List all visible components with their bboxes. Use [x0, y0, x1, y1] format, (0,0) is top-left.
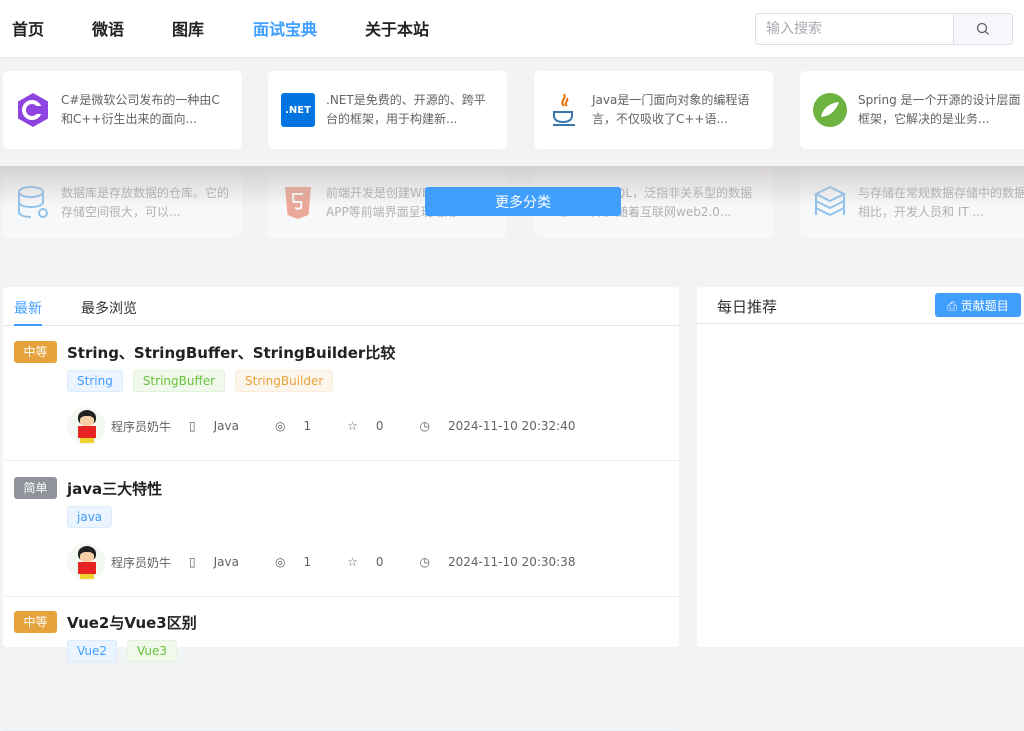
contribute-icon: ⎙: [947, 298, 961, 313]
eye-icon: ◎: [274, 555, 286, 569]
daily-recommend-title: 每日推荐: [717, 298, 778, 316]
contribute-button[interactable]: ⎙ 贡献题目: [935, 293, 1021, 317]
tabs: 最新 最多浏览: [3, 287, 679, 326]
nav-interview[interactable]: 面试宝典: [253, 16, 317, 40]
csharp-icon: [15, 92, 51, 128]
category-label: ▯ Java: [189, 419, 239, 433]
tab-latest[interactable]: 最新: [14, 298, 42, 326]
question-item[interactable]: 简单 java三大特性 java 程序员奶牛 ▯ Java ◎ 1 ☆ 0 ◷ 2024…: [3, 463, 679, 597]
storage-icon: [812, 185, 848, 221]
nav-gallery[interactable]: 图库: [172, 16, 204, 40]
question-title[interactable]: java三大特性: [67, 478, 162, 499]
book-icon: ▯: [189, 555, 196, 569]
question-list-panel: 最新 最多浏览 中等 String、StringBuffer、StringBui…: [3, 287, 679, 731]
avatar: [67, 543, 105, 581]
search-button[interactable]: [953, 14, 1012, 44]
dotnet-icon: .NET: [280, 92, 316, 128]
eye-icon: ◎: [274, 419, 286, 433]
more-categories-button[interactable]: 更多分类: [425, 187, 621, 216]
question-item[interactable]: 中等 Vue2与Vue3区别 Vue2 Vue3: [3, 597, 679, 731]
publish-time: ◷ 2024-11-10 20:32:40: [419, 419, 576, 433]
stars-count: ☆ 0: [347, 555, 384, 569]
category-label: ▯ Java: [189, 555, 239, 569]
nav-home[interactable]: 首页: [12, 16, 44, 40]
category-card-csharp[interactable]: C#是微软公司发布的一种由C和C++衍生出来的面向...: [3, 71, 242, 149]
question-tag[interactable]: Vue3: [127, 640, 178, 662]
author-name[interactable]: 程序员奶牛: [111, 418, 171, 435]
star-icon: ☆: [347, 555, 358, 569]
search-icon: [976, 22, 989, 35]
nav-weiyu[interactable]: 微语: [92, 16, 124, 40]
question-tag[interactable]: StringBuffer: [132, 370, 226, 392]
clock-icon: ◷: [419, 419, 430, 433]
spring-icon: [812, 92, 848, 128]
difficulty-badge: 简单: [14, 477, 57, 499]
star-icon: ☆: [347, 419, 358, 433]
difficulty-badge: 中等: [14, 611, 57, 633]
category-card-database[interactable]: 数据库是存放数据的仓库。它的存储空间很大，可以...: [3, 168, 242, 238]
clock-icon: ◷: [419, 555, 430, 569]
difficulty-badge: 中等: [14, 341, 57, 363]
stars-count: ☆ 0: [347, 419, 384, 433]
nav-about[interactable]: 关于本站: [365, 16, 429, 40]
category-card-storage[interactable]: 与存储在常规数据存储中的数据相比，开发人员和 IT ...: [800, 168, 1024, 238]
daily-recommend-panel: 每日推荐 ⎙ 贡献题目: [697, 287, 1024, 647]
search-box: [755, 13, 1013, 45]
question-tag[interactable]: String: [67, 370, 123, 392]
views-count: ◎ 1: [274, 555, 312, 569]
question-tag[interactable]: java: [67, 506, 113, 528]
publish-time: ◷ 2024-11-10 20:30:38: [419, 555, 576, 569]
header: 首页 微语 图库 面试宝典 关于本站: [0, 0, 1024, 58]
category-card-java[interactable]: Java是一门面向对象的编程语言，不仅吸收了C++语...: [534, 71, 773, 149]
html5-icon: [280, 185, 316, 221]
book-icon: ▯: [189, 419, 196, 433]
search-input[interactable]: [756, 14, 953, 44]
avatar: [67, 407, 105, 445]
database-icon: [15, 185, 51, 221]
author-name[interactable]: 程序员奶牛: [111, 554, 171, 571]
question-item[interactable]: 中等 String、StringBuffer、StringBuilder比较 S…: [3, 327, 679, 461]
java-icon: [546, 92, 582, 128]
views-count: ◎ 1: [274, 419, 312, 433]
question-title[interactable]: String、StringBuffer、StringBuilder比较: [67, 342, 395, 363]
question-tag[interactable]: StringBuilder: [235, 370, 334, 392]
question-title[interactable]: Vue2与Vue3区别: [67, 612, 197, 633]
category-card-dotnet[interactable]: .NET .NET是免费的、开源的、跨平台的框架，用于构建新...: [268, 71, 507, 149]
question-tag[interactable]: Vue2: [67, 640, 118, 662]
tab-most-viewed[interactable]: 最多浏览: [81, 298, 137, 318]
category-card-spring[interactable]: Spring 是一个开源的设计层面框架，它解决的是业务...: [800, 71, 1024, 149]
